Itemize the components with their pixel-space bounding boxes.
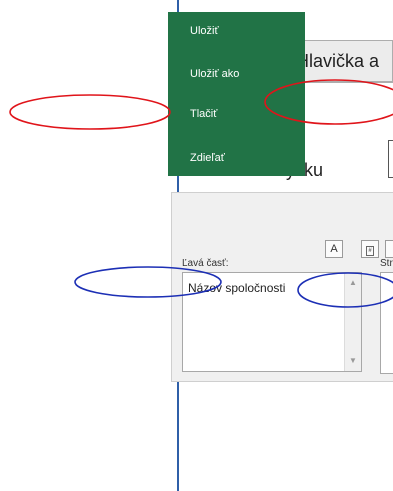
annotation-layer bbox=[9, 79, 393, 308]
red-annotation-ellipse-print bbox=[9, 94, 171, 130]
blue-annotation-ellipse-center bbox=[297, 272, 393, 308]
red-annotation-ellipse-field bbox=[264, 79, 393, 125]
blue-annotation-ellipse-left bbox=[74, 266, 222, 298]
